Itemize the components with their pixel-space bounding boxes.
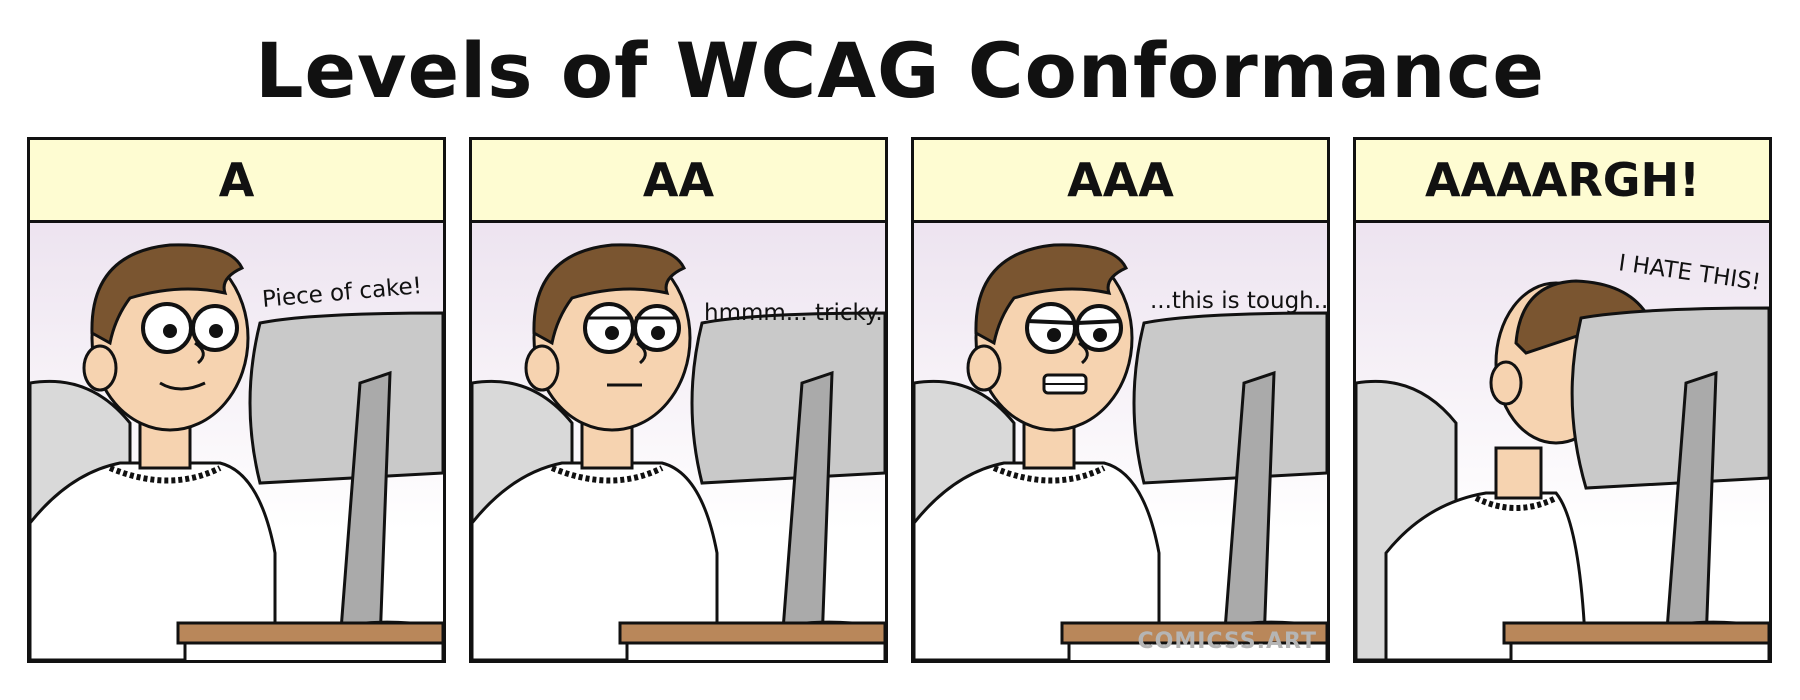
panel-header: AAA bbox=[914, 140, 1327, 223]
panel-aa: AA hmmm... tricky... bbox=[469, 137, 888, 663]
panel-aaa: AAA ...this is tough... COMICSS.ART bbox=[911, 137, 1330, 663]
panel-header: A bbox=[30, 140, 443, 223]
panel-a: A Piece of cake! bbox=[27, 137, 446, 663]
character-illustration bbox=[472, 243, 885, 660]
speech-text: hmmm... tricky... bbox=[704, 300, 888, 326]
panel-header: AAAARGH! bbox=[1356, 140, 1769, 223]
panel-header: AA bbox=[472, 140, 885, 223]
speech-text: ...this is tough... bbox=[1150, 288, 1330, 314]
comic-title: Levels of WCAG Conformance bbox=[255, 26, 1545, 115]
watermark: COMICSS.ART bbox=[1137, 629, 1317, 654]
panel-aaaargh: AAAARGH! I HATE THIS! bbox=[1353, 137, 1772, 663]
